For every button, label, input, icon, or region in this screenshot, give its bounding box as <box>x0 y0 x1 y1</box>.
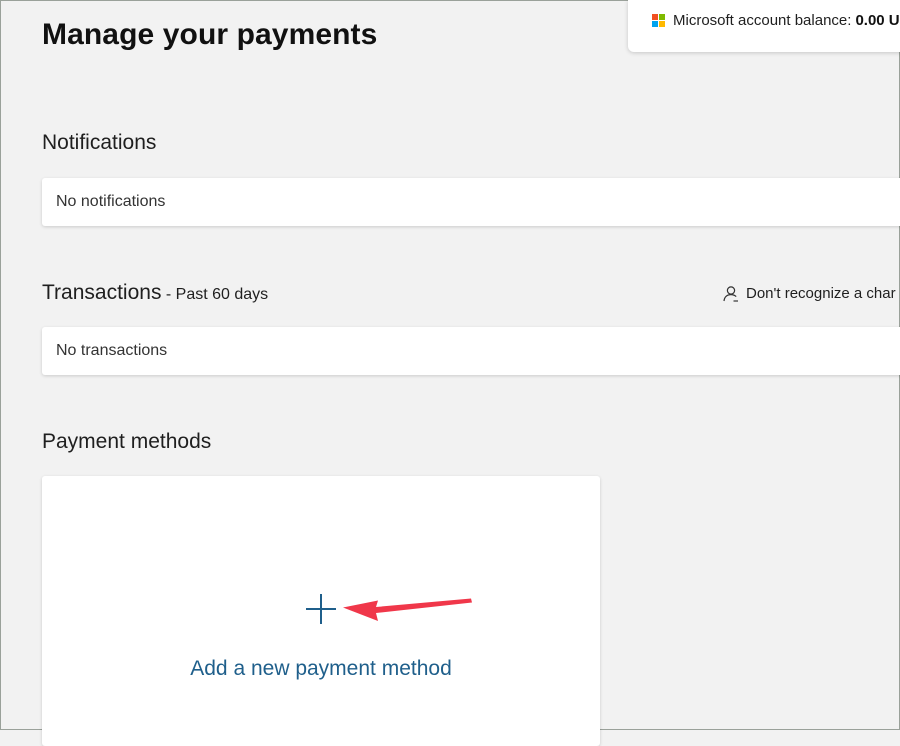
notifications-panel: No notifications <box>42 178 900 226</box>
red-arrow-icon <box>343 598 472 621</box>
transactions-panel: No transactions <box>42 327 900 375</box>
add-payment-method-card[interactable]: Add a new payment method <box>42 476 600 746</box>
person-icon <box>723 286 738 302</box>
page-title: Manage your payments <box>42 18 378 51</box>
transactions-subtitle: - Past 60 days <box>161 286 269 303</box>
transactions-heading: Transactions - Past 60 days <box>42 281 268 305</box>
plus-icon <box>306 594 336 624</box>
transactions-title: Transactions <box>42 281 162 304</box>
notifications-heading: Notifications <box>42 131 157 154</box>
notifications-empty-text: No notifications <box>56 193 166 210</box>
account-balance-card: Microsoft account balance: 0.00 U <box>628 0 900 52</box>
balance-value: 0.00 U <box>855 12 900 29</box>
balance-label: Microsoft account balance: <box>673 12 852 29</box>
payment-methods-heading: Payment methods <box>42 430 212 453</box>
add-payment-method-label: Add a new payment method <box>190 657 452 680</box>
dont-recognize-charge-label: Don't recognize a char <box>746 285 896 302</box>
transactions-empty-text: No transactions <box>56 342 168 359</box>
microsoft-logo-icon <box>652 14 665 27</box>
dont-recognize-charge-link[interactable]: Don't recognize a char <box>722 285 896 302</box>
